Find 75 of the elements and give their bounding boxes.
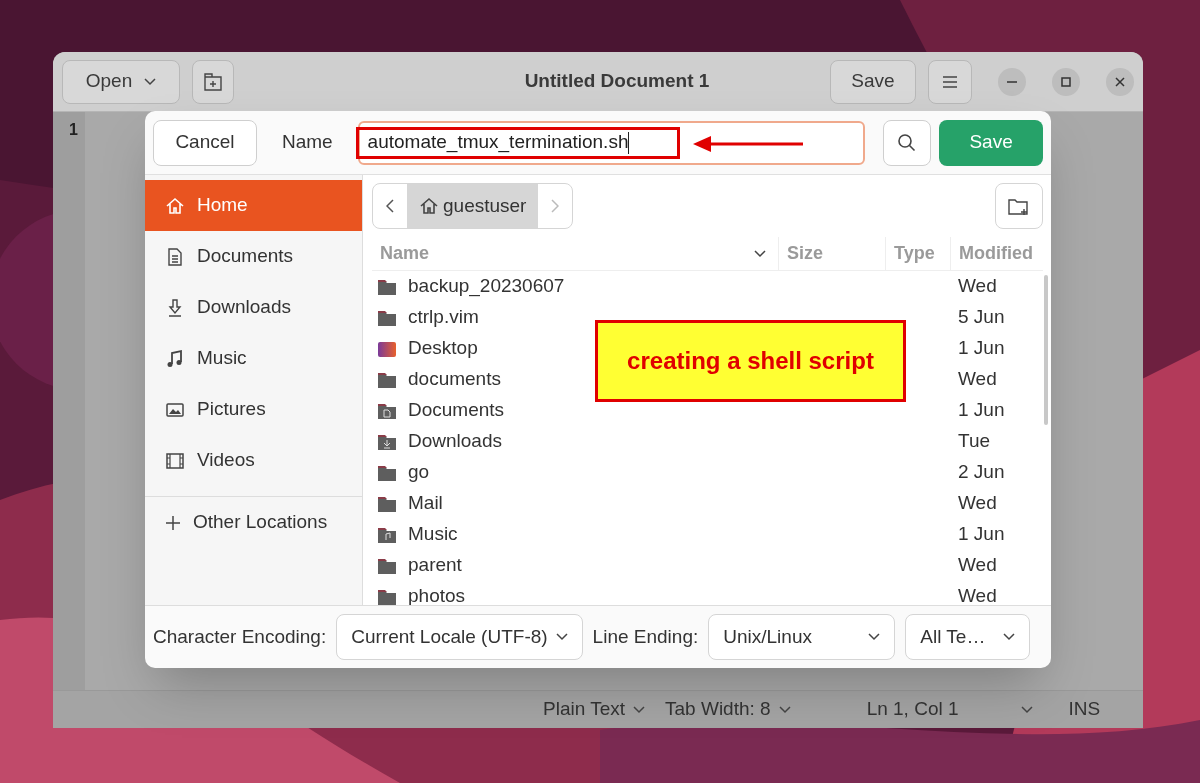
plus-icon [165, 514, 181, 531]
sidebar-item[interactable]: Pictures [145, 384, 362, 435]
close-button[interactable] [1106, 67, 1134, 96]
chevron-down-icon [144, 77, 157, 86]
encoding-label: Character Encoding: [153, 624, 327, 649]
chevron-down-icon [868, 633, 881, 641]
sidebar-item[interactable]: Home [145, 180, 362, 231]
modified-date: Tue [958, 430, 991, 452]
sidebar-item[interactable]: Downloads [145, 282, 362, 333]
minimize-button[interactable] [998, 67, 1026, 96]
line-ending-dropdown[interactable]: Unix/Linux [708, 614, 896, 660]
name-label: Name [281, 130, 333, 155]
close-icon [1115, 76, 1125, 87]
open-button[interactable]: Open [62, 59, 180, 104]
modified-date: 1 Jun [958, 523, 1005, 545]
modified-date: 1 Jun [958, 337, 1005, 359]
chevron-down-icon [1003, 633, 1016, 641]
sidebar-item[interactable]: Other Locations [145, 497, 362, 548]
file-name[interactable]: ctrlp.vim [408, 303, 479, 332]
new-folder-button[interactable] [995, 183, 1043, 229]
sidebar-item[interactable]: Videos [145, 435, 362, 486]
modified-date: 1 Jun [958, 399, 1005, 421]
cancel-button[interactable]: Cancel [153, 119, 257, 166]
file-type-dropdown[interactable]: All Te… [905, 614, 1031, 660]
sidebar-item[interactable]: Documents [145, 231, 362, 282]
maximize-icon [1061, 76, 1071, 87]
file-name[interactable]: Documents [408, 396, 505, 425]
language-dropdown[interactable]: Plain Text [543, 695, 646, 724]
search-icon [897, 132, 918, 153]
line-ending-label: Line Ending: [592, 624, 699, 649]
document-icon [165, 246, 185, 267]
menu-icon [942, 74, 958, 89]
chevron-down-icon [633, 705, 646, 714]
file-name[interactable]: parent [408, 551, 462, 580]
sidebar-item[interactable]: Music [145, 333, 362, 384]
cursor-position-dropdown[interactable]: Ln 1, Col 1 [866, 695, 1033, 724]
new-tab-icon [203, 72, 223, 91]
line-number: 1 [69, 121, 78, 138]
file-name[interactable]: backup_20230607 [408, 272, 565, 301]
chevron-down-icon [555, 633, 568, 641]
callout: creating a shell script [595, 320, 906, 402]
new-folder-icon [1007, 196, 1031, 216]
path-crumb[interactable]: guestuser [407, 184, 539, 228]
chevron-down-icon [1020, 705, 1033, 714]
music-note-icon [165, 348, 185, 369]
file-name[interactable]: go [408, 458, 430, 487]
file-name[interactable]: Downloads [408, 427, 502, 456]
modified-date: Wed [958, 554, 997, 576]
home-icon [165, 195, 185, 216]
modified-date: Wed [958, 492, 997, 514]
film-icon [165, 450, 185, 471]
encoding-dropdown[interactable]: Current Locale (UTF-8) [336, 614, 583, 660]
search-button[interactable] [883, 119, 932, 166]
new-tab-button[interactable] [192, 59, 234, 104]
minimize-icon [1007, 80, 1017, 83]
chevron-down-icon [778, 705, 791, 714]
chevron-right-icon [551, 199, 560, 213]
window-title: Untitled Document 1 [524, 69, 710, 94]
file-name[interactable]: Music [408, 520, 458, 549]
chevron-down-icon [754, 249, 766, 258]
chevron-left-icon [386, 199, 394, 213]
modified-date: Wed [958, 368, 997, 390]
tab-width-dropdown[interactable]: Tab Width: 8 [665, 695, 791, 724]
file-name[interactable]: Mail [408, 489, 443, 518]
maximize-button[interactable] [1052, 67, 1080, 96]
home-icon [419, 196, 439, 216]
insert-mode: INS [1068, 697, 1101, 722]
modified-date: Wed [958, 585, 997, 605]
menu-button[interactable] [928, 59, 972, 104]
save-button[interactable]: Save [830, 59, 916, 104]
file-name[interactable]: documents [408, 365, 501, 394]
modified-date: 5 Jun [958, 306, 1005, 328]
modified-date: 2 Jun [958, 461, 1005, 483]
modified-date: Wed [958, 275, 997, 297]
file-name[interactable]: Desktop [408, 334, 478, 363]
